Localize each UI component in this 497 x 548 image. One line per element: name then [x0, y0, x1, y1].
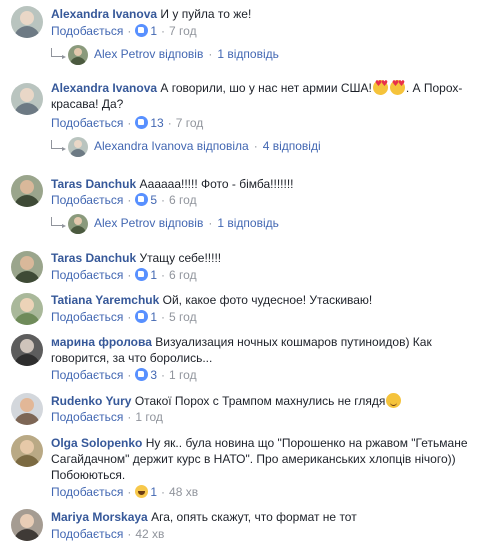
- comment-text: Утащу себе!!!!!: [139, 251, 222, 265]
- timestamp[interactable]: 5 год: [169, 310, 197, 324]
- comment-author[interactable]: Tatiana Yaremchuk: [51, 293, 159, 307]
- like-button[interactable]: Подобається: [51, 368, 123, 382]
- avatar[interactable]: [11, 334, 43, 366]
- comment-text: Аааааа!!!!! Фото - бімба!!!!!!!: [139, 177, 294, 191]
- comment-author[interactable]: Taras Danchuk: [51, 251, 136, 265]
- avatar[interactable]: [11, 83, 43, 115]
- haha-reaction-icon: [135, 485, 149, 498]
- comment-text: Отакої Порох с Трампом махнулись не гляд…: [134, 394, 386, 408]
- reply-arrow-icon: [51, 217, 66, 228]
- like-count[interactable]: 5: [150, 193, 157, 207]
- replies-link[interactable]: Alex Petrov відповів · 1 відповідь: [51, 212, 279, 234]
- comment-author[interactable]: марина фролова: [51, 335, 152, 349]
- like-count[interactable]: 1: [150, 24, 157, 38]
- timestamp[interactable]: 1 год: [169, 368, 197, 382]
- replies-link[interactable]: Alexandra Ivanova відповіла · 4 відповіді: [51, 135, 321, 157]
- comment-text: Ага, опять скажут, что формат не тот: [151, 510, 357, 524]
- heart-eyes-emoji-icon: [389, 80, 405, 95]
- like-button[interactable]: Подобається: [51, 116, 123, 130]
- like-count[interactable]: 1: [150, 268, 157, 282]
- like-button[interactable]: Подобається: [51, 24, 123, 38]
- like-count[interactable]: 13: [150, 116, 163, 130]
- like-button[interactable]: Подобається: [51, 193, 123, 207]
- timestamp[interactable]: 6 год: [169, 193, 197, 207]
- timestamp[interactable]: 7 год: [176, 116, 204, 130]
- comment-author[interactable]: Alexandra Ivanova: [51, 81, 157, 95]
- replies-link[interactable]: Alex Petrov відповів · 1 відповідь: [51, 43, 279, 65]
- reply-author: Alexandra Ivanova: [94, 139, 194, 153]
- like-count[interactable]: 1: [150, 485, 157, 499]
- reply-verb: відповів: [158, 216, 204, 230]
- reply-author: Alex Petrov: [94, 216, 156, 230]
- winking-face-emoji-icon: [386, 393, 402, 408]
- reply-verb: відповів: [158, 47, 204, 61]
- like-icon: [135, 368, 149, 381]
- avatar[interactable]: [11, 251, 43, 283]
- avatar: [68, 213, 88, 234]
- like-icon: [135, 268, 149, 281]
- reply-count: 4 відповіді: [262, 139, 321, 153]
- reply-arrow-icon: [51, 48, 66, 59]
- like-icon: [135, 310, 149, 323]
- heart-eyes-emoji-icon: [372, 80, 388, 95]
- like-button[interactable]: Подобається: [51, 527, 123, 541]
- like-button[interactable]: Подобається: [51, 410, 123, 424]
- avatar: [68, 44, 88, 65]
- timestamp[interactable]: 42 хв: [135, 527, 164, 541]
- comment-text: Ой, какое фото чудесное! Утаскиваю!: [162, 293, 373, 307]
- like-button[interactable]: Подобається: [51, 485, 123, 499]
- avatar[interactable]: [11, 393, 43, 425]
- avatar[interactable]: [11, 6, 43, 38]
- like-icon: [135, 24, 149, 37]
- timestamp[interactable]: 1 год: [135, 410, 163, 424]
- comment-author[interactable]: Olga Solopenko: [51, 436, 142, 450]
- like-button[interactable]: Подобається: [51, 310, 123, 324]
- avatar[interactable]: [11, 509, 43, 541]
- reply-verb: відповіла: [196, 139, 249, 153]
- avatar[interactable]: [11, 175, 43, 207]
- comment-author[interactable]: Mariya Morskaya: [51, 510, 148, 524]
- comment-text: И у пуйла то же!: [160, 7, 252, 21]
- like-button[interactable]: Подобається: [51, 268, 123, 282]
- timestamp[interactable]: 7 год: [169, 24, 197, 38]
- comment-author[interactable]: Rudenko Yury: [51, 394, 131, 408]
- reply-count: 1 відповідь: [217, 47, 279, 61]
- reply-count: 1 відповідь: [217, 216, 279, 230]
- timestamp[interactable]: 48 хв: [169, 485, 198, 499]
- avatar[interactable]: [11, 435, 43, 467]
- avatar[interactable]: [11, 293, 43, 325]
- like-count[interactable]: 1: [150, 310, 157, 324]
- comment-author[interactable]: Alexandra Ivanova: [51, 7, 157, 21]
- like-icon: [135, 116, 149, 129]
- timestamp[interactable]: 6 год: [169, 268, 197, 282]
- like-count[interactable]: 3: [150, 368, 157, 382]
- avatar: [68, 136, 88, 157]
- reply-author: Alex Petrov: [94, 47, 156, 61]
- comment-author[interactable]: Taras Danchuk: [51, 177, 136, 191]
- reply-arrow-icon: [51, 140, 66, 151]
- like-icon: [135, 193, 149, 206]
- comment-text: А говорили, шо у нас нет армии США!: [160, 81, 372, 95]
